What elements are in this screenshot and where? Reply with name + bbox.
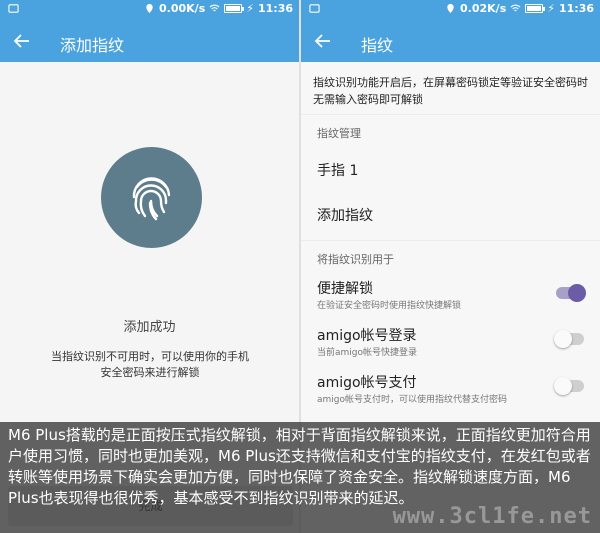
app-bar: 指纹 [301,20,600,62]
fingerprint-item-finger-1[interactable]: 手指 1 [317,160,358,180]
add-fingerprint-item[interactable]: 添加指纹 [317,205,373,225]
amigo-pay-title: amigo帐号支付 [317,375,417,391]
fallback-hint: 当指纹识别不可用时，可以使用你的手机安全密码来进行解锁 [51,350,249,379]
network-speed: 0.00K/s [159,2,206,15]
fingerprint-icon [132,177,171,221]
notification-icon [8,4,19,13]
section-header-manage: 指纹管理 [317,127,361,140]
toggle-knob [554,330,572,348]
battery-icon [224,4,245,13]
site-watermark: www.3cl1fe.net [392,504,592,529]
back-arrow-icon[interactable] [313,31,333,51]
toggle-knob [554,377,572,395]
notification-icon [309,4,320,13]
section-header-usage: 将指纹识别用于 [317,253,394,266]
status-bar: 0.02K/s ⚡ 11:36 [301,0,600,20]
amigo-login-subtitle: 当前amigo帐号快捷登录 [317,348,418,358]
location-icon [146,3,153,14]
amigo-pay-toggle[interactable] [554,377,584,395]
amigo-pay-subtitle: amigo帐号支付时，可以使用指纹代替支付密码 [317,395,508,405]
clock: 11:36 [558,2,594,15]
quick-unlock-title: 便捷解锁 [317,281,373,297]
clock: 11:36 [257,2,293,15]
battery-fill [226,6,240,11]
wifi-icon [209,4,220,12]
charging-icon: ⚡ [246,2,254,15]
page-title: 指纹 [361,36,394,55]
success-message: 添加成功 [123,320,176,335]
divider [301,114,600,115]
charging-icon: ⚡ [547,2,555,15]
quick-unlock-toggle[interactable] [556,284,586,302]
battery-icon [525,4,546,13]
battery-fill [527,6,541,11]
fingerprint-badge [101,147,202,248]
amigo-login-toggle[interactable] [554,330,584,348]
wifi-icon [510,4,521,12]
network-speed: 0.02K/s [460,2,507,15]
back-arrow-icon[interactable] [12,31,32,51]
quick-unlock-subtitle: 在验证安全密码时使用指纹快捷解锁 [317,301,462,311]
feature-description: 指纹识别功能开启后，在屏幕密码锁定等验证安全密码时无需输入密码即可解锁 [313,76,588,106]
app-bar: 添加指纹 [0,20,299,62]
toggle-knob [568,284,586,302]
status-bar: 0.00K/s ⚡ 11:36 [0,0,299,20]
divider [301,240,600,241]
amigo-login-title: amigo帐号登录 [317,328,417,344]
page-title: 添加指纹 [60,36,125,55]
location-icon [447,3,454,14]
